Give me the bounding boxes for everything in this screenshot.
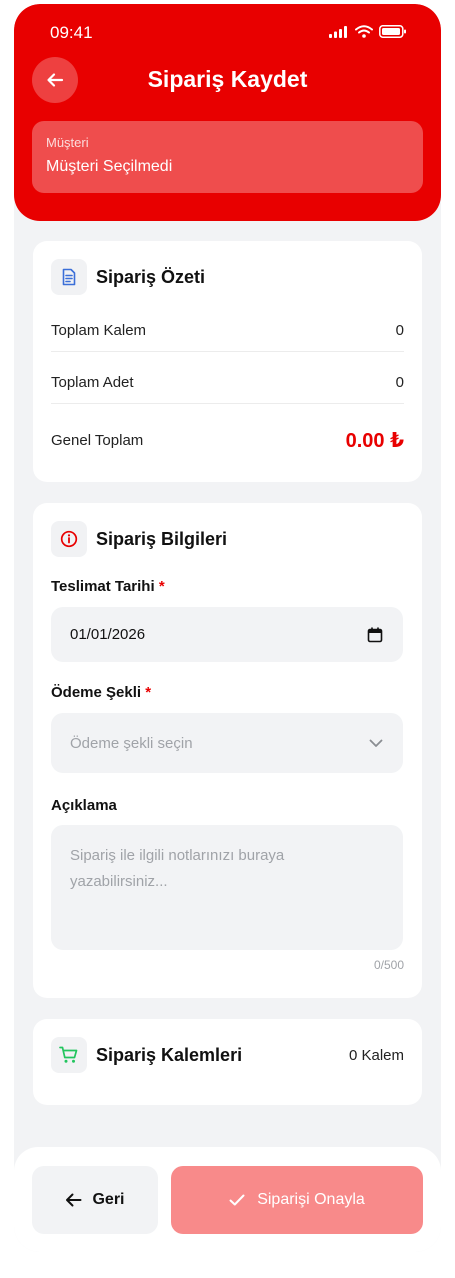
order-items-card[interactable]: Sipariş Kalemleri 0 Kalem (33, 1019, 422, 1105)
status-icons (329, 25, 407, 38)
summary-row-value: 0 (395, 322, 404, 339)
confirm-order-button[interactable]: Siparişi Onayla (171, 1166, 423, 1234)
summary-row-label: Toplam Adet (51, 374, 134, 391)
grand-total-label: Genel Toplam (51, 432, 144, 449)
divider (51, 403, 404, 404)
customer-label: Müşteri (46, 135, 89, 150)
note-textarea[interactable]: Sipariş ile ilgili notlarınızı buraya ya… (51, 825, 403, 950)
header: 09:41 Sipariş Kaydet Müşteri Müşteri Seç… (14, 4, 441, 221)
chevron-down-icon (369, 739, 383, 747)
delivery-date-value: 01/01/2026 (70, 626, 146, 643)
confirm-order-label: Siparişi Onayla (257, 1191, 365, 1208)
order-summary-card: Sipariş Özeti Toplam Kalem 0 Toplam Adet… (33, 241, 422, 482)
order-info-title: Sipariş Bilgileri (96, 528, 228, 549)
check-icon (229, 1194, 245, 1206)
order-items-header: Sipariş Kalemleri (51, 1037, 242, 1073)
status-time: 09:41 (50, 23, 93, 42)
info-icon (51, 521, 87, 557)
page-title: Sipariş Kaydet (147, 66, 308, 92)
customer-selector[interactable]: Müşteri Müşteri Seçilmedi (32, 121, 423, 193)
customer-value: Müşteri Seçilmedi (46, 158, 173, 175)
payment-method-select[interactable]: Ödeme şekli seçin (51, 713, 403, 773)
note-label: Açıklama (51, 797, 117, 814)
summary-row-grand-total: Genel Toplam 0.00 ₺ (51, 428, 404, 453)
order-info-header: Sipariş Bilgileri (51, 521, 227, 557)
back-button[interactable]: Geri (32, 1166, 158, 1234)
order-items-count: 0 Kalem (348, 1047, 404, 1064)
grand-total-value: 0.00 ₺ (345, 430, 404, 452)
wifi-icon (355, 25, 373, 38)
payment-method-label: Ödeme Şekli * (51, 684, 152, 701)
note-character-counter: 0/500 (373, 958, 404, 972)
delivery-date-label: Teslimat Tarihi * (51, 578, 165, 595)
delivery-date-input[interactable]: 01/01/2026 (51, 607, 403, 662)
summary-row-label: Toplam Kalem (51, 322, 147, 339)
document-icon (51, 259, 87, 295)
summary-row-value: 0 (395, 374, 404, 391)
order-summary-header: Sipariş Özeti (51, 259, 205, 295)
signal-icon (329, 25, 347, 38)
divider (51, 351, 404, 352)
cart-icon (51, 1037, 87, 1073)
arrow-left-icon (66, 1193, 82, 1207)
required-mark: * (145, 684, 152, 701)
app-screen: 09:41 Sipariş Kaydet Müşteri Müşteri Seç… (14, 4, 441, 1252)
order-items-title: Sipariş Kalemleri (96, 1044, 243, 1065)
summary-row-total-items: Toplam Kalem 0 (51, 322, 404, 339)
battery-icon (379, 25, 406, 38)
bottom-action-bar: Geri Siparişi Onayla (14, 1147, 441, 1252)
calendar-icon[interactable] (367, 626, 383, 643)
required-mark: * (158, 578, 165, 595)
order-summary-title: Sipariş Özeti (96, 266, 206, 287)
summary-row-total-quantity: Toplam Adet 0 (51, 374, 404, 391)
back-button-label: Geri (92, 1191, 125, 1208)
order-info-card: Sipariş Bilgileri Teslimat Tarihi * 01/0… (33, 503, 422, 998)
payment-method-placeholder: Ödeme şekli seçin (70, 734, 193, 752)
